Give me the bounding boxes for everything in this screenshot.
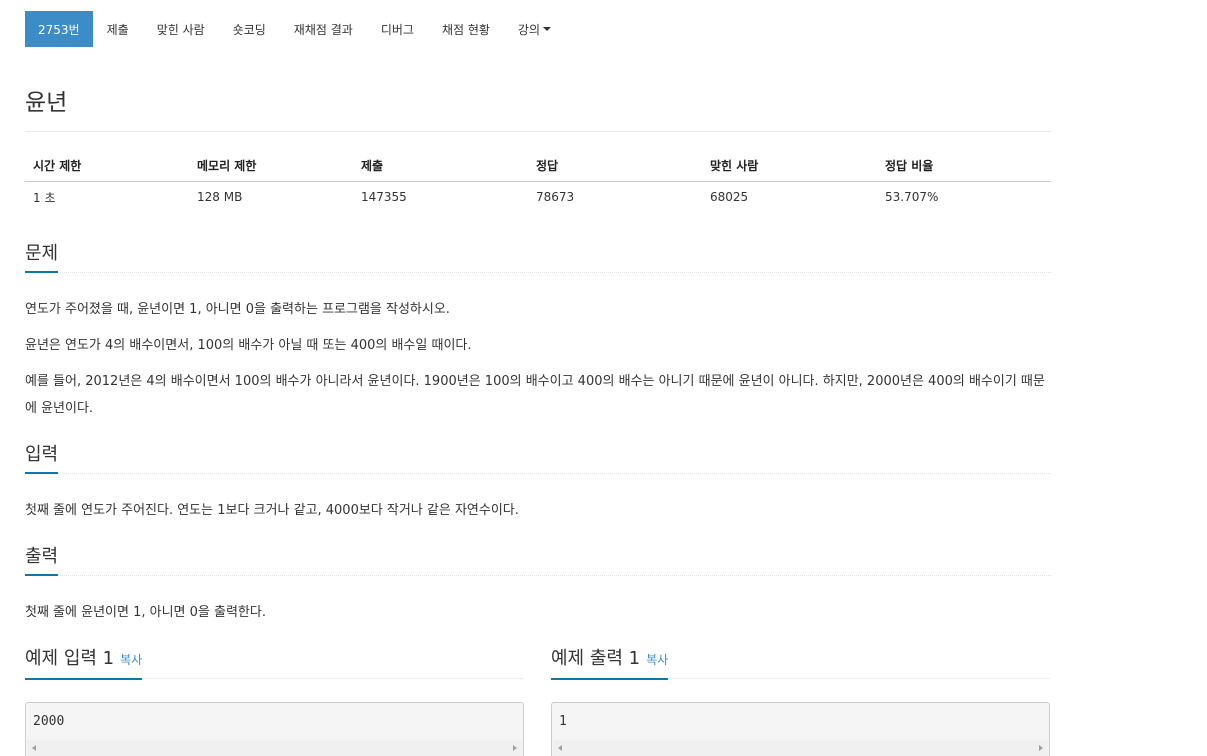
problem-paragraph-2: 윤년은 연도가 4의 배수이면서, 100의 배수가 아닐 때 또는 400의 … — [25, 338, 472, 353]
header-memory-limit: 메모리 제한 — [189, 150, 353, 182]
sample-output-heading: 예제 출력 1 복사 — [551, 645, 669, 680]
scroll-right-icon[interactable] — [1039, 745, 1043, 751]
header-accepted: 정답 — [528, 150, 702, 182]
tab-lecture-dropdown[interactable]: 강의 — [504, 11, 565, 47]
header-accept-ratio: 정답 비율 — [877, 150, 1051, 182]
sample-output-box[interactable]: 1 — [551, 702, 1050, 756]
tab-short-coding[interactable]: 숏코딩 — [219, 11, 280, 47]
sample-output-title: 예제 출력 1 — [551, 648, 641, 669]
copy-sample-input-button[interactable]: 복사 — [120, 653, 142, 667]
sample-output-scrollbar[interactable] — [553, 740, 1048, 756]
value-time-limit: 1 초 — [33, 190, 56, 205]
problem-menu: 2753번 제출 맞힌 사람 숏코딩 재채점 결과 디버그 채점 현황 강의 — [25, 11, 565, 47]
copy-sample-output-button[interactable]: 복사 — [646, 653, 668, 667]
header-time-limit: 시간 제한 — [25, 150, 189, 182]
value-submissions: 147355 — [361, 190, 407, 205]
table-header-row: 시간 제한 메모리 제한 제출 정답 맞힌 사람 정답 비율 — [25, 150, 1051, 182]
sample-input-box[interactable]: 2000 — [25, 702, 524, 756]
problem-section-header: 문제 — [25, 243, 1051, 273]
tab-problem-number[interactable]: 2753번 — [25, 11, 93, 47]
value-accepted: 78673 — [536, 190, 575, 205]
output-section-header: 출력 — [25, 546, 1051, 576]
header-submissions: 제출 — [353, 150, 528, 182]
sample-input-header: 예제 입력 1 복사 — [25, 645, 524, 680]
title-divider — [25, 131, 1051, 132]
input-section-header: 입력 — [25, 444, 1051, 474]
problem-info-table: 시간 제한 메모리 제한 제출 정답 맞힌 사람 정답 비율 1 초 128 M… — [25, 150, 1051, 213]
tab-submit[interactable]: 제출 — [93, 11, 143, 47]
value-solved-users: 68025 — [710, 190, 749, 205]
scroll-right-icon[interactable] — [513, 745, 517, 751]
caret-down-icon — [543, 27, 552, 31]
problem-paragraph-1: 연도가 주어졌을 때, 윤년이면 1, 아니면 0을 출력하는 프로그램을 작성… — [25, 302, 450, 317]
problem-heading: 문제 — [25, 243, 59, 273]
scroll-left-icon[interactable] — [32, 745, 36, 751]
input-heading: 입력 — [25, 444, 59, 474]
sample-input-title: 예제 입력 1 — [25, 648, 115, 669]
sample-input-heading: 예제 입력 1 복사 — [25, 645, 143, 680]
page-title: 윤년 — [25, 90, 68, 116]
output-heading: 출력 — [25, 546, 59, 576]
tab-lecture-label: 강의 — [517, 22, 541, 37]
table-row: 1 초 128 MB 147355 78673 68025 53.707% — [25, 181, 1051, 213]
tab-solved-users[interactable]: 맞힌 사람 — [143, 11, 219, 47]
output-description: 첫째 줄에 윤년이면 1, 아니면 0을 출력한다. — [25, 605, 266, 620]
sample-output-value: 1 — [559, 714, 567, 729]
problem-paragraph-3: 예를 들어, 2012년은 4의 배수이면서 100의 배수가 아니라서 윤년이… — [25, 374, 1045, 416]
header-solved-users: 맞힌 사람 — [702, 150, 877, 182]
tab-debug[interactable]: 디버그 — [367, 11, 428, 47]
sample-input-value: 2000 — [33, 714, 65, 729]
tab-rejudge-results[interactable]: 재채점 결과 — [280, 11, 367, 47]
value-memory-limit: 128 MB — [197, 190, 243, 205]
sample-output-header: 예제 출력 1 복사 — [551, 645, 1050, 680]
scroll-left-icon[interactable] — [558, 745, 562, 751]
input-description: 첫째 줄에 연도가 주어진다. 연도는 1보다 크거나 같고, 4000보다 작… — [25, 503, 519, 518]
sample-input-scrollbar[interactable] — [27, 740, 522, 756]
tab-judge-status[interactable]: 채점 현황 — [428, 11, 504, 47]
value-accept-ratio: 53.707% — [885, 190, 939, 205]
